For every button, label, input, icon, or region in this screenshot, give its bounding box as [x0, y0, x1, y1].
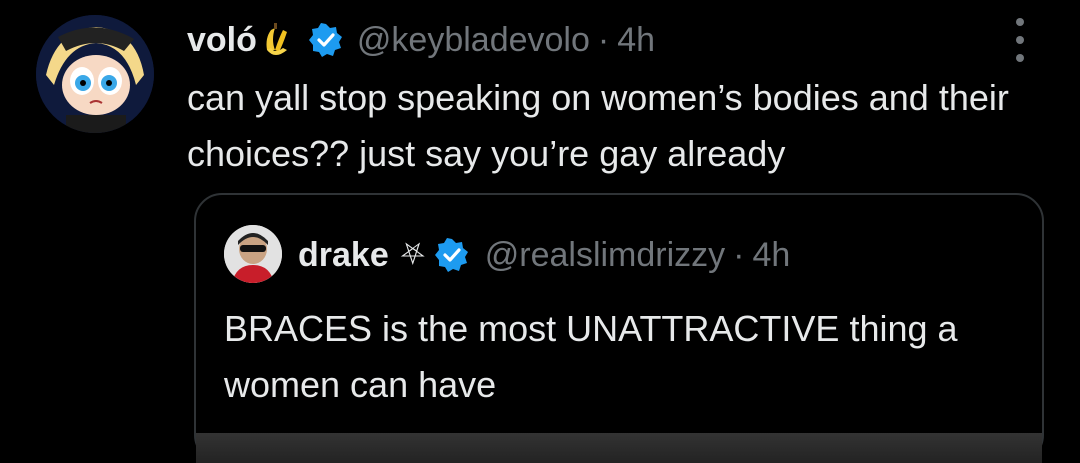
quote-handle[interactable]: @realslimdrizzy	[485, 236, 725, 275]
more-options-icon[interactable]	[1000, 18, 1040, 62]
timestamp[interactable]: 4h	[617, 21, 655, 60]
more-dot	[1016, 54, 1024, 62]
quote-avatar[interactable]	[224, 225, 282, 283]
separator: ·	[597, 20, 610, 59]
more-dot	[1016, 18, 1024, 26]
avatar[interactable]	[36, 15, 154, 133]
handle[interactable]: @keybladevolo	[357, 21, 590, 60]
banana-emoji-icon	[261, 20, 293, 60]
tweet-text: can yall stop speaking on women’s bodies…	[187, 77, 1009, 174]
verified-badge-icon	[308, 23, 343, 57]
quote-verified-badge-icon	[434, 238, 469, 272]
quote-timestamp[interactable]: 4h	[753, 236, 791, 275]
more-dot	[1016, 36, 1024, 44]
quote-tweet[interactable]: drake ⛧ @realslimdrizzy · 4h BRACES is t…	[194, 193, 1044, 463]
quote-header: drake ⛧ @realslimdrizzy · 4h	[298, 225, 790, 285]
pentagram-emoji-icon: ⛧	[400, 238, 425, 271]
quote-text: BRACES is the most UNATTRACTIVE thing a …	[224, 308, 958, 405]
tweet-header: voló @keybladevolo · 4h	[187, 12, 655, 68]
quote-media[interactable]	[196, 433, 1042, 463]
quote-separator: ·	[733, 235, 745, 274]
quote-display-name[interactable]: drake	[298, 236, 389, 275]
display-name[interactable]: voló	[187, 21, 257, 60]
